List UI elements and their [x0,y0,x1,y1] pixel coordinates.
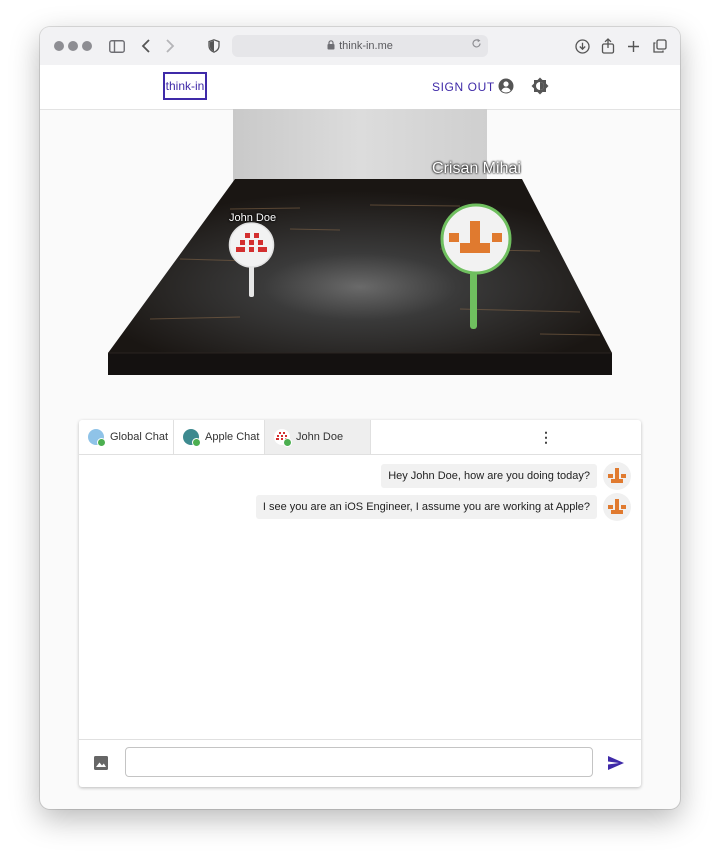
tab-label: John Doe [296,431,344,443]
pixel-face-orange-icon [603,462,631,490]
tab-apple-chat[interactable]: Apple Chat [174,420,265,454]
browser-window: think-in.me think-in SIGN OUT John Doe C… [40,27,680,809]
back-icon[interactable] [136,36,156,56]
theme-toggle-icon[interactable] [531,77,549,95]
address-bar[interactable]: think-in.me [232,35,488,57]
privacy-shield-icon[interactable] [204,36,224,56]
browser-toolbar: think-in.me [40,27,680,66]
tab-global-chat[interactable]: Global Chat [79,420,174,454]
chat-panel: Global Chat Apple Chat John Doe ⋮ Hey Jo… [79,420,641,787]
close-window-dot[interactable] [54,41,64,51]
tab-label: Apple Chat [205,431,260,443]
account-circle-icon[interactable] [497,77,515,95]
pixel-face-red-icon [274,429,292,447]
tab-label: Global Chat [110,431,169,443]
tab-overview-icon[interactable] [650,36,670,56]
send-icon[interactable] [607,754,625,772]
room-floor-edge [108,353,612,375]
logo[interactable]: think-in [163,72,207,100]
apple-chat-avatar [183,429,201,447]
chat-tabs: Global Chat Apple Chat John Doe ⋮ [79,420,641,455]
new-tab-icon[interactable] [623,36,643,56]
player-label-john-doe: John Doe [229,212,277,224]
virtual-room-scene[interactable] [40,109,680,409]
message-text: I see you are an iOS Engineer, I assume … [255,495,597,519]
image-upload-icon[interactable] [93,755,109,771]
player-label-crisan-mihai: Crisan Mihai [432,160,521,177]
global-chat-avatar [88,429,106,447]
message-text: Hey John Doe, how are you doing today? [381,464,597,488]
url-text: think-in.me [339,40,393,52]
zoom-window-dot[interactable] [82,41,92,51]
minimize-window-dot[interactable] [68,41,78,51]
message-composer [79,739,641,787]
room-floor [108,179,612,353]
more-options-icon[interactable]: ⋮ [539,420,553,454]
online-indicator [283,438,292,447]
reload-icon[interactable] [471,38,482,52]
chat-message: I see you are an iOS Engineer, I assume … [255,493,631,521]
lock-icon [327,40,335,52]
share-icon[interactable] [598,36,618,56]
pixel-face-orange-icon [603,493,631,521]
online-indicator [97,438,106,447]
sign-out-button[interactable]: SIGN OUT [432,80,495,94]
forward-icon[interactable] [160,36,180,56]
chat-message: Hey John Doe, how are you doing today? [381,462,631,490]
online-indicator [192,438,201,447]
app-header: think-in SIGN OUT [40,65,680,110]
sidebar-toggle-icon[interactable] [107,36,127,56]
message-input[interactable] [125,747,593,777]
tab-john-doe[interactable]: John Doe ⋮ [265,420,553,454]
download-icon[interactable] [572,36,592,56]
